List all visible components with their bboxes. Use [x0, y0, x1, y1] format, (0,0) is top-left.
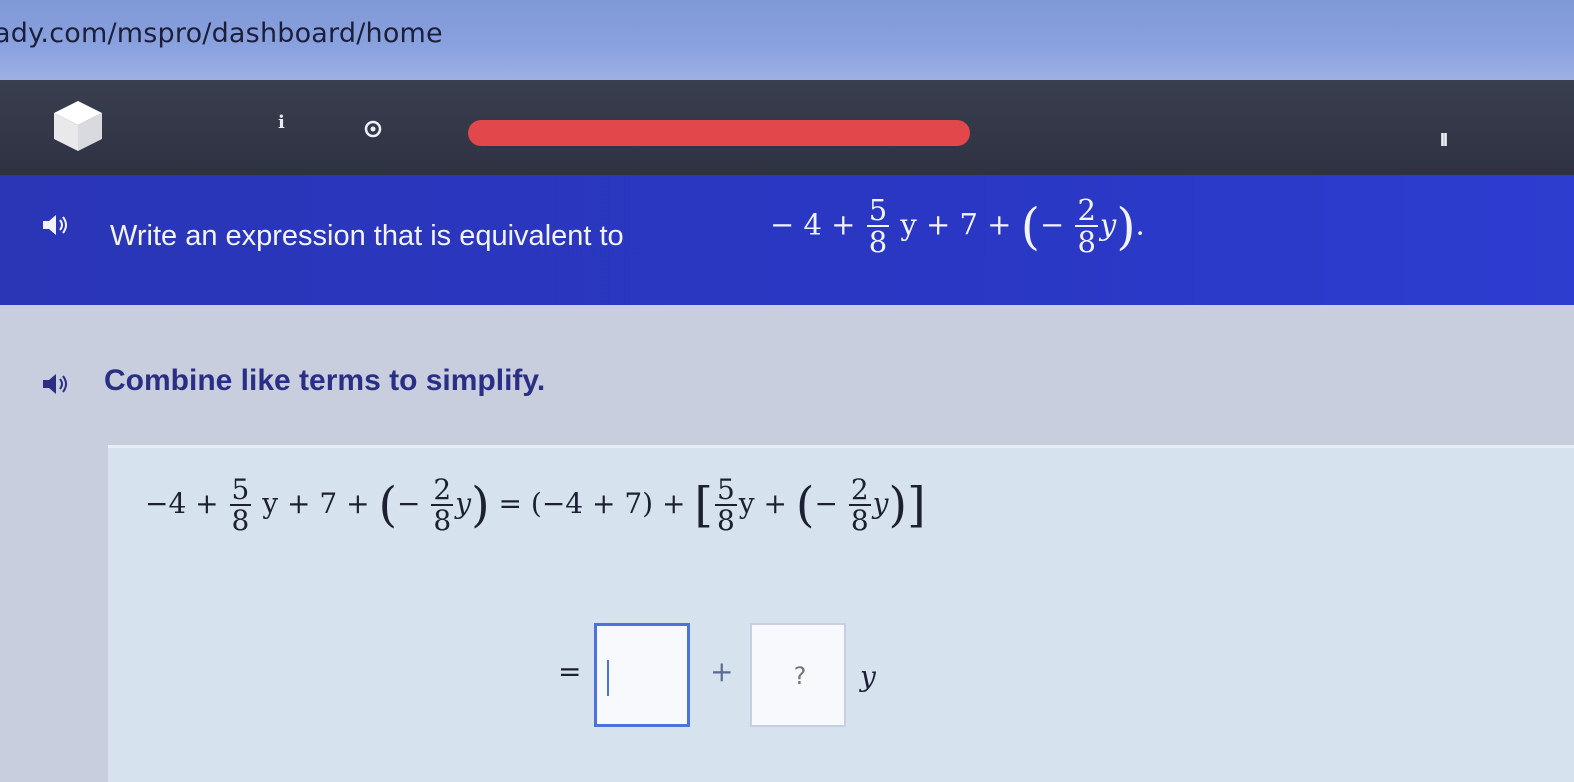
fraction: 2 8 [848, 473, 871, 538]
constant-answer-input[interactable] [594, 623, 691, 727]
fraction: 2 8 [1075, 193, 1098, 260]
fraction-denominator: 8 [868, 225, 888, 260]
fraction-denominator: 8 [716, 504, 735, 538]
variable: y [455, 486, 472, 520]
expr-term: y + 7 + [262, 486, 370, 520]
expr-term: y + 7 + [900, 207, 1012, 242]
fraction-numerator: 5 [229, 473, 252, 507]
expr-term: y + [738, 486, 787, 520]
fraction-denominator: 8 [231, 504, 250, 538]
fraction-numerator: 5 [714, 473, 737, 507]
fraction-numerator: 2 [1075, 193, 1098, 228]
expr-term: . [1135, 207, 1145, 242]
cube-icon[interactable] [48, 95, 108, 155]
fraction: 5 8 [866, 193, 890, 260]
question-prompt: Write an expression that is equivalent t… [110, 220, 624, 252]
expr-term: −4 + [145, 486, 219, 520]
open-paren: ( [795, 477, 815, 533]
text-caret [607, 660, 609, 696]
fraction: 5 8 [714, 473, 737, 538]
expr-term: − 4 + [770, 207, 856, 242]
speaker-icon[interactable] [40, 372, 70, 396]
fraction: 2 8 [431, 473, 454, 538]
variable: y [1099, 207, 1117, 242]
variable: y [872, 486, 889, 520]
fraction-numerator: 5 [866, 193, 890, 228]
equals-sign: = [558, 655, 582, 688]
fraction-denominator: 8 [1077, 225, 1096, 260]
variable: y [860, 660, 876, 693]
work-line-1: −4 + 5 8 y + 7 + (− 2 8 y) = (−4 + 7) + … [145, 473, 926, 538]
fraction-numerator: 2 [431, 473, 454, 507]
coefficient-input-field[interactable] [752, 625, 848, 727]
progress-fill [468, 120, 970, 146]
close-paren: ) [471, 477, 490, 533]
question-expression: − 4 + 5 8 y + 7 + (− 2 8 y). [770, 193, 1145, 260]
info-icon[interactable]: i [278, 112, 285, 133]
open-paren: ( [1020, 197, 1040, 256]
fraction-numerator: 2 [848, 473, 871, 507]
fraction: 5 8 [229, 473, 252, 538]
fraction-denominator: 8 [433, 504, 452, 538]
url-text[interactable]: ady.com/mspro/dashboard/home [0, 18, 443, 49]
open-paren: ( [378, 477, 398, 533]
constant-input-field[interactable] [597, 626, 691, 726]
speaker-icon[interactable] [40, 213, 70, 237]
gear-icon[interactable] [362, 118, 384, 140]
fraction-denominator: 8 [850, 504, 869, 538]
close-paren: ) [888, 477, 908, 533]
close-paren: ) [1116, 197, 1136, 256]
open-bracket: [ [694, 477, 713, 533]
coefficient-answer-input[interactable] [750, 623, 848, 727]
hint-text: Combine like terms to simplify. [104, 364, 546, 397]
pause-icon[interactable]: II [1440, 130, 1448, 151]
progress-bar [468, 120, 970, 146]
expr-term: = (−4 + 7) + [498, 486, 686, 520]
browser-url-bar[interactable]: ady.com/mspro/dashboard/home [0, 0, 1574, 80]
plus-sign: + [710, 655, 734, 688]
close-bracket: ] [907, 477, 926, 533]
